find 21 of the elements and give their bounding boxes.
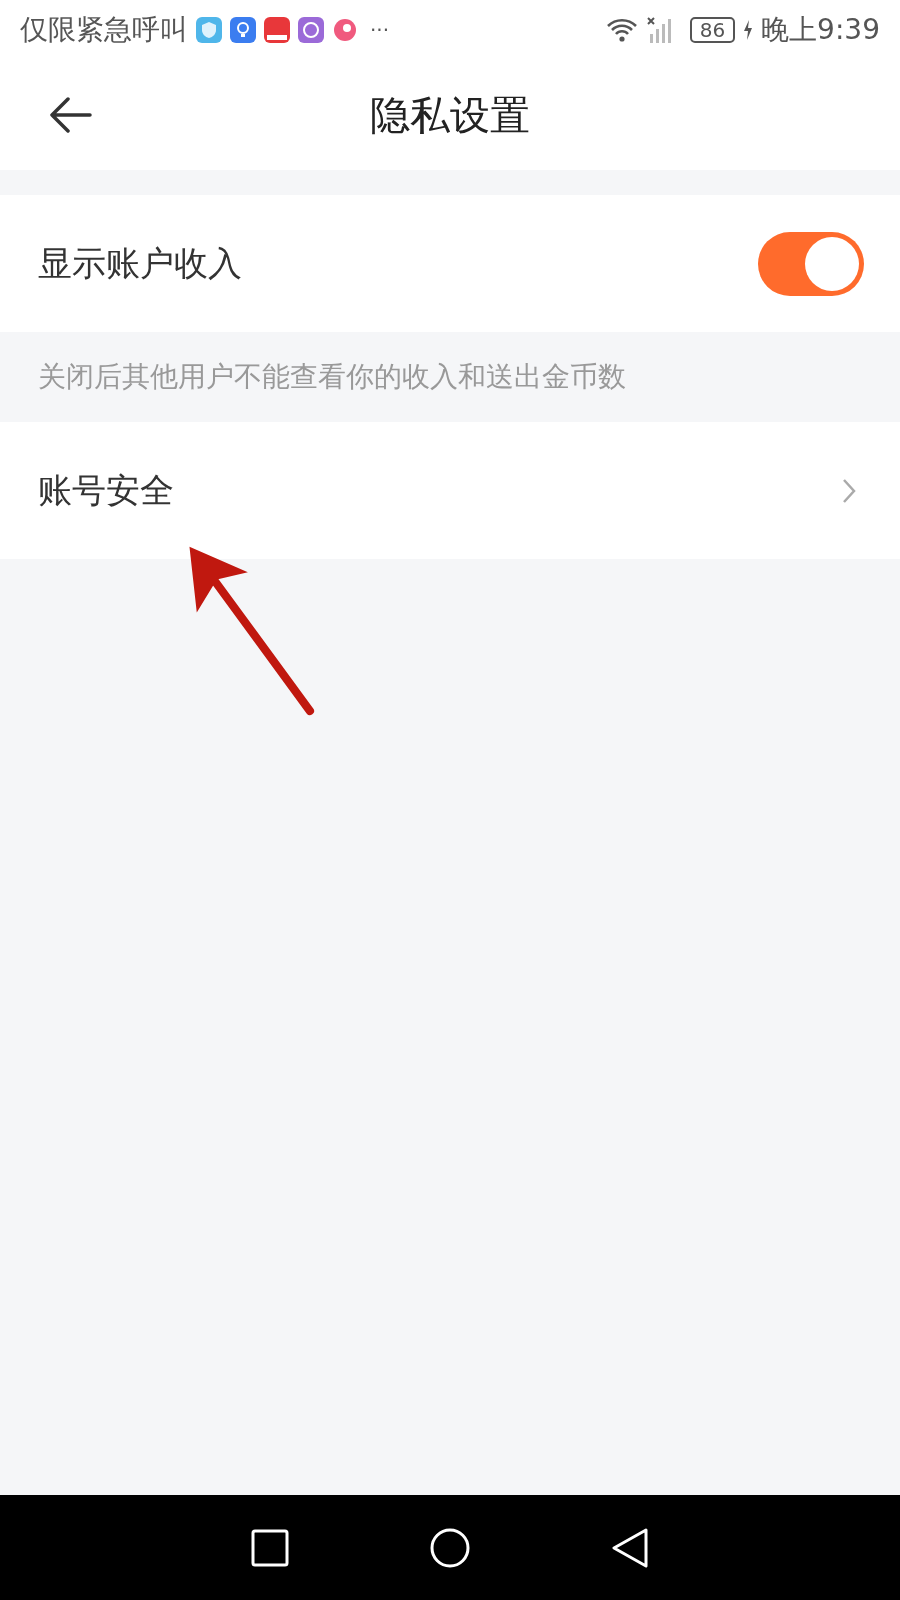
carrier-text: 仅限紧急呼叫 (20, 12, 188, 48)
bird-app-icon (332, 17, 358, 43)
setting-label: 显示账户收入 (38, 241, 242, 285)
bulb-app-icon (230, 17, 256, 43)
back-icon[interactable] (610, 1527, 650, 1568)
wifi-icon (605, 17, 638, 43)
shield-app-icon (196, 17, 222, 43)
home-icon[interactable] (430, 1527, 470, 1568)
globe-app-icon (298, 17, 324, 43)
settings-row[interactable]: 账号安全 (0, 422, 900, 559)
hint-text: 关闭后其他用户不能查看你的收入和送出金币数 (38, 359, 626, 395)
chevron-right-icon (842, 477, 856, 504)
battery-level: 86 (689, 17, 736, 43)
back-arrow-icon[interactable] (48, 97, 92, 133)
setting-label: 账号安全 (38, 468, 174, 512)
app-icon (264, 17, 290, 43)
recent-apps-icon[interactable] (250, 1527, 290, 1568)
charging-icon (743, 20, 754, 40)
page-title: 隐私设置 (370, 90, 530, 140)
more-text: ··· (370, 18, 390, 42)
clock-text: 晚上9:39 (761, 12, 880, 48)
